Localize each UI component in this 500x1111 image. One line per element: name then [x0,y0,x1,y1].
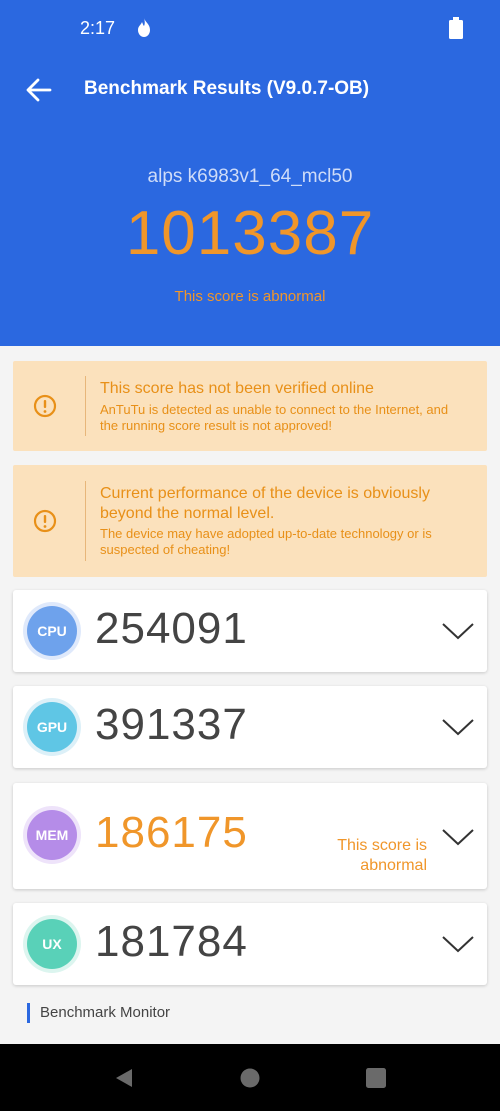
divider [85,376,86,436]
chevron-down-icon[interactable] [441,717,475,737]
flame-icon [138,18,150,37]
alert-circle-icon [33,394,57,418]
ux-badge: UX [27,919,77,969]
score-card-gpu[interactable]: GPU 391337 [13,686,487,768]
warning-title: This score has not been verified online [100,380,374,397]
back-arrow-icon[interactable] [24,76,54,104]
section-marker [27,1003,30,1023]
total-score: 1013387 [125,199,375,268]
cpu-score: 254091 [95,604,248,653]
warning-detail: The device may have adopted up-to-date t… [100,526,432,557]
battery-icon [449,17,463,39]
alert-circle-icon [33,509,57,533]
page-title: Benchmark Results (V9.0.7-OB) [84,78,370,99]
score-card-ux[interactable]: UX 181784 [13,903,487,985]
score-card-cpu[interactable]: CPU 254091 [13,590,487,672]
warning-not-verified: This score has not been verified online … [13,361,487,451]
warning-title: Current performance of the device is obv… [100,485,430,522]
score-card-mem[interactable]: MEM 186175 This score is abnormal [13,783,487,889]
gpu-score: 391337 [95,700,248,749]
mem-score: 186175 [95,808,248,857]
status-time: 2:17 [80,18,116,38]
warning-detail: AnTuTu is detected as unable to connect … [100,402,449,433]
warning-abnormal-performance: Current performance of the device is obv… [13,465,487,577]
divider [85,481,86,561]
benchmark-monitor-label: Benchmark Monitor [40,1004,171,1021]
toolbar: Benchmark Results (V9.0.7-OB) [0,68,500,112]
ux-score: 181784 [95,917,248,966]
status-bar: 2:17 [0,0,500,56]
mem-badge: MEM [27,810,77,860]
chevron-down-icon[interactable] [441,621,475,641]
system-nav-bar [0,1044,500,1111]
chevron-down-icon[interactable] [441,934,475,954]
nav-recents-icon[interactable] [364,1066,388,1090]
nav-home-icon[interactable] [238,1066,262,1090]
nav-back-icon[interactable] [112,1066,136,1090]
chevron-down-icon[interactable] [441,827,475,847]
cpu-badge: CPU [27,606,77,656]
gpu-badge: GPU [27,702,77,752]
mem-abnormal-note: This score is abnormal [337,837,427,874]
device-name: alps k6983v1_64_mcl50 [147,166,353,187]
header: 2:17 Benchmark Results (V9.0.7-OB) alps … [0,0,500,346]
score-abnormal-note: This score is abnormal [174,288,326,305]
